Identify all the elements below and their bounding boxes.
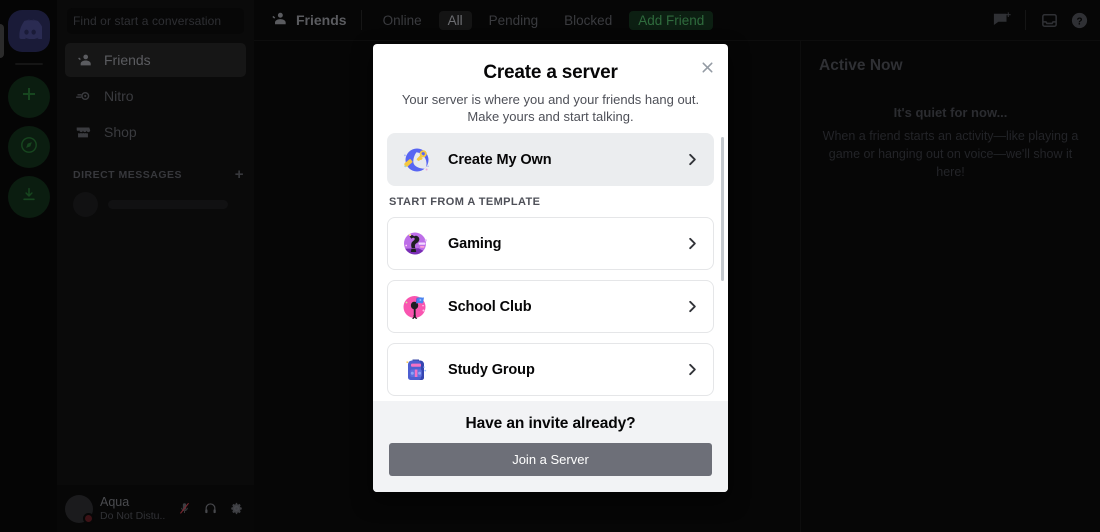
option-create-my-own[interactable]: Create My Own <box>387 133 714 187</box>
chevron-right-icon <box>686 152 699 167</box>
modal-subtitle: Your server is where you and your friend… <box>401 92 700 125</box>
chevron-right-icon <box>686 236 699 251</box>
join-server-button[interactable]: Join a Server <box>389 443 712 476</box>
app-root: Find or start a conversation Friends Nit… <box>0 0 1100 532</box>
create-my-own-icon <box>399 143 433 177</box>
template-section-label: START FROM A TEMPLATE <box>389 196 541 209</box>
modal-title: Create a server <box>483 62 618 83</box>
school-club-template-icon <box>399 290 433 324</box>
chevron-right-icon <box>686 362 699 377</box>
create-server-modal: Create a server Your server is where you… <box>373 44 728 492</box>
option-label: School Club <box>448 298 532 315</box>
option-label: Study Group <box>448 361 535 378</box>
template-option-school-club[interactable]: School Club <box>387 280 714 334</box>
option-label: Gaming <box>448 235 502 252</box>
template-option-study-group[interactable]: Study Group <box>387 343 714 397</box>
invite-prompt: Have an invite already? <box>465 415 636 432</box>
template-option-gaming[interactable]: Gaming <box>387 217 714 271</box>
gaming-template-icon <box>399 227 433 261</box>
chevron-right-icon <box>686 299 699 314</box>
modal-scroll-area[interactable]: Create My Own START FROM A TEMPLATE Gami… <box>373 133 728 400</box>
close-icon[interactable] <box>696 56 718 78</box>
modal-options-list: Create My Own START FROM A TEMPLATE Gami… <box>387 133 714 400</box>
modal-footer: Have an invite already? Join a Server <box>373 400 728 492</box>
modal-scrollbar[interactable] <box>721 137 724 282</box>
option-label: Create My Own <box>448 151 552 168</box>
study-group-template-icon <box>399 353 433 387</box>
modal-header: Create a server Your server is where you… <box>373 44 728 133</box>
